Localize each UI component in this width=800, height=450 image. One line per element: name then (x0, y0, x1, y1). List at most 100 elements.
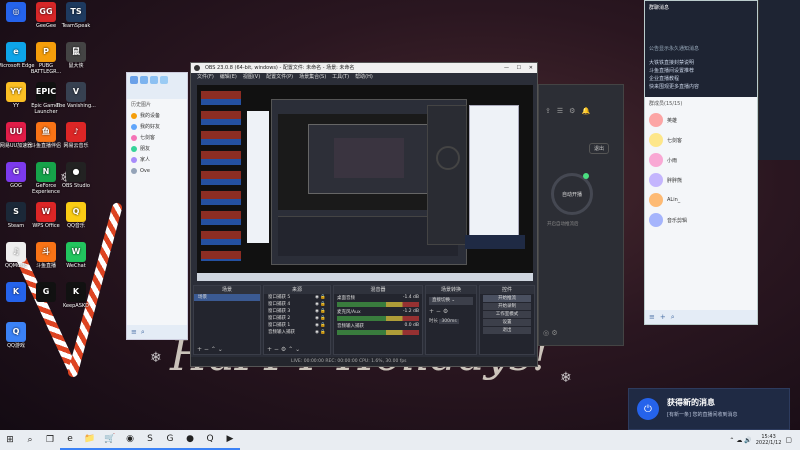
desktop-icon-label: WeChat (66, 263, 86, 269)
menu-icon[interactable]: ≡ (131, 328, 137, 336)
member-item[interactable]: 七剑客 (645, 130, 757, 150)
app-icon: GG (36, 2, 56, 22)
visibility-lock-icon[interactable]: ◉ 🔒 (315, 301, 326, 308)
maximize-button[interactable]: ☐ (517, 63, 521, 73)
taskbar-app-icon[interactable]: ⌕ (20, 430, 40, 450)
app-icon: ♫ (6, 242, 26, 262)
desktop-icon[interactable]: ♪ 网易云音乐 (56, 122, 96, 149)
taskbar-app-icon[interactable]: ● (180, 430, 200, 450)
chat-icon[interactable] (130, 76, 138, 84)
desktop-icon[interactable]: W WeChat (56, 242, 96, 269)
list-icon[interactable]: ☰ (557, 107, 563, 115)
obs-menu-item[interactable]: 帮助(H) (355, 73, 373, 81)
source-item[interactable]: 窗口捕获 1 ◉ 🔒 (264, 322, 330, 329)
desktop-icon[interactable]: K KeepASKD (56, 282, 96, 309)
space-icon[interactable] (160, 76, 168, 84)
visibility-lock-icon[interactable]: ◉ 🔒 (315, 294, 326, 301)
preview-taskbar (197, 273, 533, 281)
volume-meter[interactable] (337, 302, 419, 307)
taskbar-app-icon[interactable]: ▶ (220, 430, 240, 450)
taskbar-app-icon[interactable]: e (60, 430, 80, 450)
desktop-icon[interactable]: ● OBS Studio (56, 162, 96, 189)
notification-toast[interactable]: ⏻ 获得新的消息 [有新一条] 您的直播间收到消息 (628, 388, 790, 430)
auto-start-ring[interactable]: 自动开播 (551, 173, 593, 215)
source-name: 窗口捕获 2 (268, 316, 291, 321)
chat-line: 企业直播教程 (649, 76, 680, 82)
obs-menu-item[interactable]: 编辑(E) (220, 73, 237, 81)
volume-meter[interactable] (337, 316, 419, 321)
contact-group[interactable]: 七剑客 (127, 132, 187, 143)
source-item[interactable]: 窗口捕获 3 ◉ 🔒 (264, 308, 330, 315)
control-button[interactable]: 开始推流 (483, 295, 531, 302)
source-item[interactable]: 窗口捕获 5 ◉ 🔒 (264, 294, 330, 301)
taskbar: ⊞ ⌕ ❐ e 📁 🛒 ◉ S G ● Q ▶ ⌃ ☁ 🔊 15:43 2022/1/12 ▢ (0, 430, 800, 450)
share-icon[interactable]: ⇪ (545, 107, 551, 115)
tray-icons[interactable]: ⌃ ☁ 🔊 (729, 437, 751, 444)
desktop-icon[interactable]: Q QQ游戏 (0, 322, 36, 349)
control-button[interactable]: 退出 (483, 327, 531, 334)
contact-group-label: 家人 (140, 157, 151, 163)
obs-menu-item[interactable]: 场景集合(S) (299, 73, 326, 81)
taskbar-app-icon[interactable]: 🛒 (100, 430, 120, 450)
taskbar-app-icon[interactable]: S (140, 430, 160, 450)
desktop-icon[interactable]: Q QQ音乐 (56, 202, 96, 229)
member-item[interactable]: 英雄 (645, 110, 757, 130)
desktop-icon[interactable]: 鼠鼠大侠 (56, 42, 96, 69)
taskbar-app-icon[interactable]: 📁 (80, 430, 100, 450)
obs-title-bar: OBS 23.0.8 (64-bit, windows) - 配置文件: 未命名… (191, 63, 537, 73)
visibility-lock-icon[interactable]: ◉ 🔒 (315, 329, 326, 336)
obs-menu-item[interactable]: 配置文件(P) (266, 73, 293, 81)
taskbar-app-icon[interactable]: ⊞ (0, 430, 20, 450)
desktop-icon-label: TeamSpeak (61, 23, 91, 29)
control-button[interactable]: 工作室模式 (483, 311, 531, 318)
close-button[interactable]: ✕ (529, 63, 533, 73)
settings-icon[interactable]: ⚙ (569, 107, 575, 115)
group-icon[interactable] (150, 76, 158, 84)
source-item[interactable]: 窗口捕获 2 ◉ 🔒 (264, 315, 330, 322)
contact-group[interactable]: 家人 (127, 154, 187, 165)
visibility-lock-icon[interactable]: ◉ 🔒 (315, 322, 326, 329)
contact-group[interactable]: 朋友 (127, 143, 187, 154)
search-icon[interactable]: ⌕ (671, 313, 675, 322)
group-avatar (131, 167, 137, 174)
member-item[interactable]: ALin_ (645, 190, 757, 210)
obs-menu-item[interactable]: 文件(F) (197, 73, 214, 81)
notification-center-icon[interactable]: ▢ (785, 436, 792, 444)
member-item[interactable]: 胖胖熊 (645, 170, 757, 190)
contact-group[interactable]: 我的好友 (127, 121, 187, 132)
exit-button[interactable]: 退出 (588, 143, 609, 154)
taskbar-app-icon[interactable]: Q (200, 430, 220, 450)
visibility-lock-icon[interactable]: ◉ 🔒 (315, 308, 326, 315)
source-item[interactable]: 音频输入捕获 ◉ 🔒 (264, 329, 330, 336)
transition-select[interactable]: 直接切换 ⌄ (429, 297, 473, 305)
taskbar-app-icon[interactable]: ❐ (40, 430, 60, 450)
duration-value[interactable]: 300ms (439, 319, 459, 324)
desktop-icon[interactable]: TS TeamSpeak (56, 2, 96, 29)
volume-meter[interactable] (337, 330, 419, 335)
bell-icon[interactable]: 🔔 (581, 107, 590, 115)
obs-menu-item[interactable]: 工具(T) (332, 73, 349, 81)
member-item[interactable]: 小雨 (645, 150, 757, 170)
contact-group[interactable]: 我的设备 (127, 110, 187, 121)
scene-item[interactable]: 场景 (194, 294, 260, 301)
contact-group[interactable]: Ove (127, 165, 187, 176)
taskbar-app-icon[interactable]: ◉ (120, 430, 140, 450)
desktop-icon[interactable]: V The Vanishing... (56, 82, 96, 109)
taskbar-app-icon[interactable]: G (160, 430, 180, 450)
add-icon[interactable]: + (660, 313, 666, 321)
control-button[interactable]: 开始录制 (483, 303, 531, 310)
obs-menu-item[interactable]: 视图(V) (243, 73, 260, 81)
clock[interactable]: 15:43 2022/1/12 (756, 434, 782, 446)
search-icon[interactable]: ⌕ (141, 328, 145, 337)
notification-title: 获得新的消息 (667, 398, 715, 407)
transition-add-remove[interactable]: + − ⚙ (429, 308, 473, 315)
source-item[interactable]: 窗口捕获 4 ◉ 🔒 (264, 301, 330, 308)
menu-icon[interactable]: ≡ (649, 313, 655, 321)
member-name: 胖胖熊 (667, 177, 683, 184)
control-button[interactable]: 设置 (483, 319, 531, 326)
visibility-lock-icon[interactable]: ◉ 🔒 (315, 315, 326, 322)
mixer-dock: 混音器 桌面音频 -1.4 dB 麦克风/Aux -1.2 dB 音频输入捕获 0.0 d… (333, 285, 423, 355)
contacts-icon[interactable] (140, 76, 148, 84)
member-item[interactable]: 音乐剪辑 (645, 210, 757, 230)
minimize-button[interactable]: — (504, 63, 509, 73)
